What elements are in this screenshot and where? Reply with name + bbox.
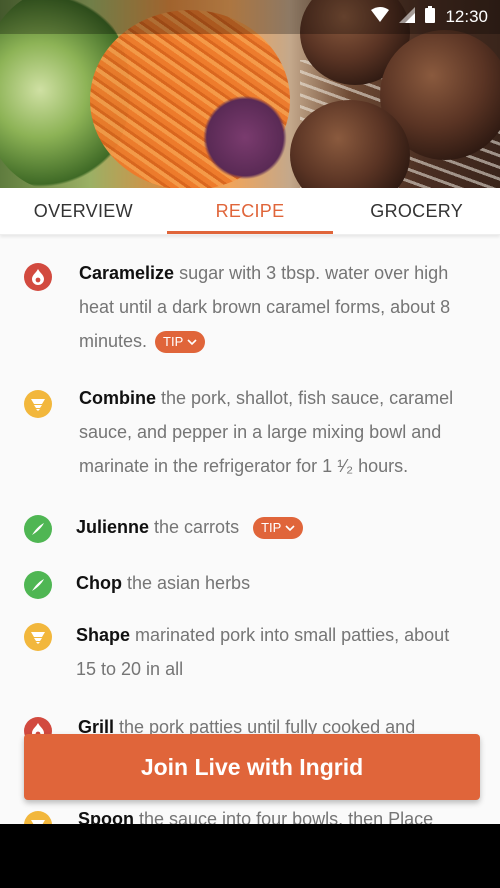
- bowl-icon: [24, 811, 52, 824]
- step-action: Shape: [76, 625, 131, 645]
- join-live-button[interactable]: Join Live with Ingrid: [24, 734, 480, 800]
- step-action: Combine: [79, 388, 157, 408]
- bowl-icon: [24, 390, 52, 418]
- wifi-icon: [371, 6, 390, 28]
- tab-overview[interactable]: OVERVIEW: [0, 188, 167, 234]
- knife-icon: [24, 571, 52, 599]
- bowl-icon: [24, 623, 52, 651]
- tip-button[interactable]: TIP: [155, 331, 206, 354]
- tip-button[interactable]: TIP: [253, 517, 304, 540]
- step-description: the asian herbs: [121, 573, 251, 593]
- tab-recipe[interactable]: RECIPE: [166, 188, 334, 234]
- step-description: marinated pork into small patties, about…: [76, 625, 450, 679]
- step-action: Caramelize: [79, 263, 175, 283]
- knife-icon: [24, 515, 52, 543]
- step-description: the carrots: [149, 517, 240, 537]
- status-bar: 12:30: [0, 0, 500, 34]
- step-action: Spoon: [78, 809, 134, 824]
- signal-icon: [399, 6, 416, 28]
- step-description: the sauce into four bowls, then Place: [134, 809, 434, 824]
- flame-icon: [24, 263, 52, 291]
- clock: 12:30: [445, 7, 488, 26]
- app-screen: 12:30 OVERVIEW RECIPE GROCERY Caramelize…: [0, 0, 500, 824]
- tab-grocery[interactable]: GROCERY: [333, 188, 500, 234]
- step-action: Julienne: [76, 517, 150, 537]
- chevron-down-icon: [285, 525, 295, 531]
- step-action: Chop: [76, 573, 122, 593]
- chevron-down-icon: [187, 339, 197, 345]
- battery-icon: [425, 6, 436, 28]
- tab-bar: OVERVIEW RECIPE GROCERY: [0, 188, 500, 235]
